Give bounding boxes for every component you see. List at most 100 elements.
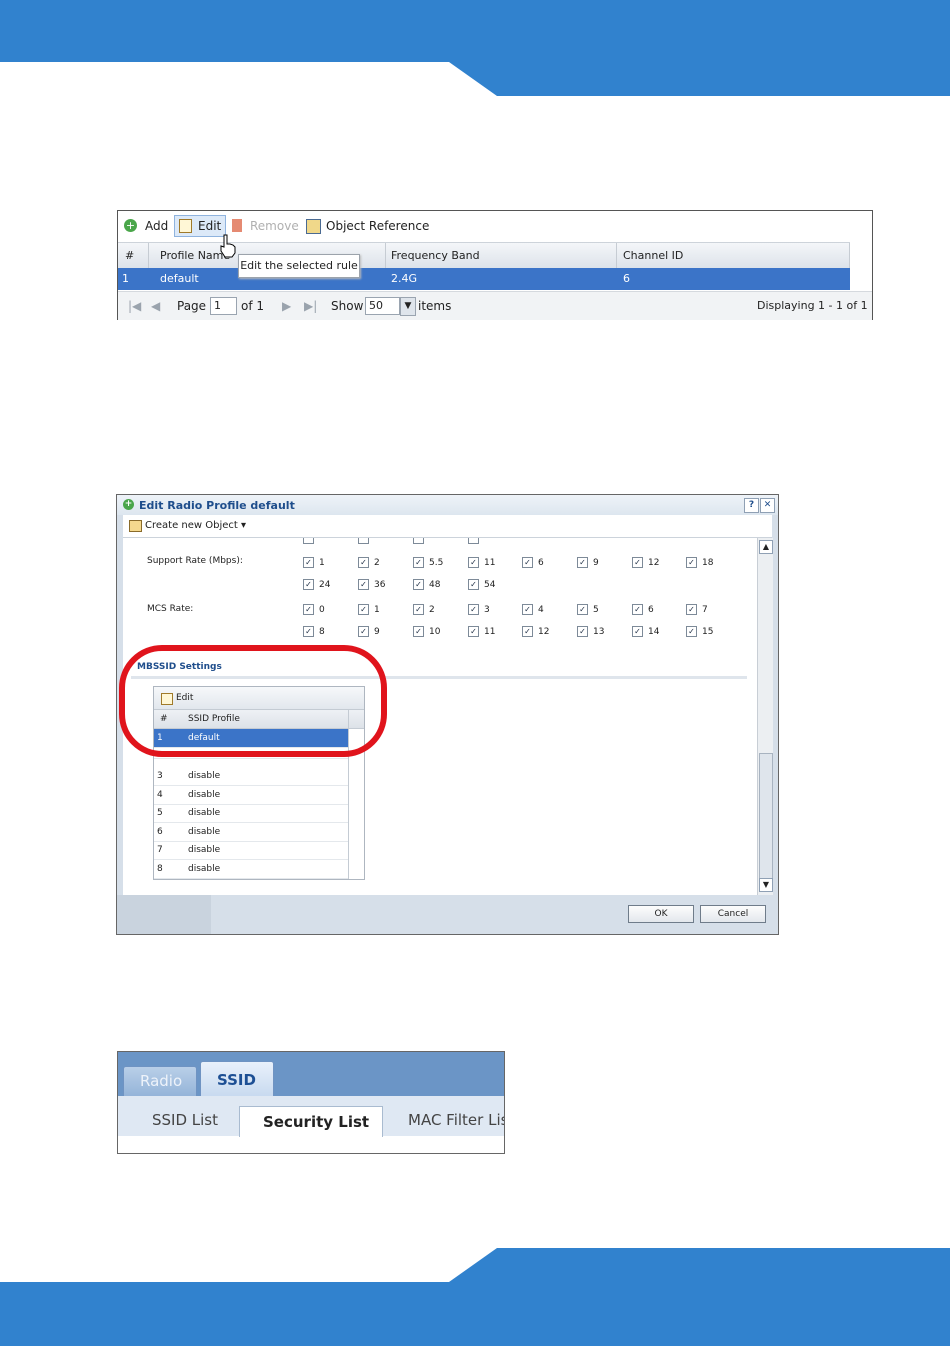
mcs-rate-checkbox-label: 1 [374, 605, 380, 615]
scroll-thumb[interactable] [759, 753, 773, 879]
ssid-row-profile: disable [188, 808, 221, 818]
mcs-rate-checkbox-label: 6 [648, 605, 654, 615]
mcs-rate-checkbox-label: 12 [538, 627, 550, 637]
mcs-rate-checkbox[interactable]: ✓ [413, 604, 424, 615]
ssid-row-number: 1 [157, 733, 163, 743]
chevron-down-icon[interactable]: ▼ [400, 297, 416, 316]
mcs-rate-checkbox-label: 10 [429, 627, 441, 637]
tab-ssid-label: SSID [217, 1071, 256, 1089]
ssid-column-profile[interactable]: SSID Profile [188, 714, 240, 724]
previous-page-icon[interactable]: ◀ [151, 299, 160, 313]
ssid-edit-button[interactable]: Edit [176, 693, 193, 703]
scroll-up-icon[interactable]: ▲ [759, 540, 773, 554]
mcs-rate-checkbox[interactable]: ✓ [632, 626, 643, 637]
mcs-rate-checkbox[interactable]: ✓ [686, 626, 697, 637]
ssid-tabs-screenshot: Radio SSID SSID List Security List MAC F… [117, 1051, 505, 1154]
edit-tooltip: Edit the selected rule [238, 254, 360, 278]
ssid-row-number: 4 [157, 790, 163, 800]
remove-label: Remove [250, 219, 299, 233]
support-rate-checkbox[interactable]: ✓ [632, 557, 643, 568]
dialog-title-bar: + Edit Radio Profile default ? ✕ [117, 495, 778, 515]
create-new-object-button[interactable]: Create new Object ▾ [145, 520, 246, 531]
tab-ssid[interactable]: SSID [200, 1061, 274, 1097]
support-rate-checkbox[interactable]: ✓ [303, 579, 314, 590]
support-rate-checkbox-label: 11 [484, 558, 496, 568]
close-button[interactable]: ✕ [760, 498, 775, 513]
support-rate-checkbox[interactable]: ✓ [686, 557, 697, 568]
support-rate-checkbox[interactable]: ✓ [468, 579, 479, 590]
support-rate-checkbox[interactable]: ✓ [413, 557, 424, 568]
mcs-rate-checkbox[interactable]: ✓ [577, 626, 588, 637]
show-label: Show [331, 299, 364, 313]
support-rate-checkbox-label: 24 [319, 580, 331, 590]
mcs-rate-checkbox-label: 14 [648, 627, 660, 637]
mcs-rate-checkbox[interactable]: ✓ [303, 626, 314, 637]
table-row[interactable]: 6 disable [154, 823, 348, 842]
ok-button[interactable]: OK [628, 905, 694, 923]
object-reference-icon [306, 219, 321, 234]
page-size-select[interactable]: 50 [365, 297, 400, 315]
mcs-rate-checkbox[interactable]: ✓ [358, 604, 369, 615]
radio-profile-grid-screenshot: + Add Edit Remove Object Reference # Pro… [117, 210, 873, 320]
mcs-rate-checkbox[interactable]: ✓ [413, 626, 424, 637]
mcs-rate-checkbox[interactable]: ✓ [358, 626, 369, 637]
ssid-grid-header: # SSID Profile [154, 710, 364, 729]
sub-tab-mac-filter-list[interactable]: MAC Filter List [408, 1111, 504, 1129]
support-rate-checkbox[interactable]: ✓ [303, 557, 314, 568]
table-row[interactable]: 3 disable [154, 767, 348, 786]
mcs-rate-checkbox-label: 4 [538, 605, 544, 615]
edit-icon [161, 693, 173, 705]
support-rate-checkbox[interactable]: ✓ [468, 557, 479, 568]
support-rate-checkbox[interactable]: ✓ [358, 557, 369, 568]
support-rate-checkbox[interactable]: ✓ [522, 557, 533, 568]
support-rate-checkbox[interactable]: ✓ [413, 579, 424, 590]
cancel-button[interactable]: Cancel [700, 905, 766, 923]
sub-tab-ssid-list[interactable]: SSID List [152, 1111, 218, 1129]
table-row[interactable]: 5 disable [154, 804, 348, 823]
last-page-icon[interactable]: ▶| [304, 299, 317, 313]
displaying-count: Displaying 1 - 1 of 1 [757, 299, 868, 312]
mcs-rate-checkbox[interactable]: ✓ [522, 626, 533, 637]
mcs-rate-checkbox[interactable]: ✓ [577, 604, 588, 615]
ssid-row-profile: disable [188, 845, 221, 855]
table-row[interactable]: 1 default [154, 729, 348, 748]
page-label: Page [177, 299, 207, 313]
support-rate-checkbox-label: 18 [702, 558, 714, 568]
ssid-row-number: 6 [157, 827, 163, 837]
tab-radio-label: Radio [140, 1072, 183, 1090]
table-row[interactable]: 8 disable [154, 860, 348, 879]
create-object-icon [129, 520, 142, 532]
mcs-rate-checkbox[interactable]: ✓ [686, 604, 697, 615]
mcs-rate-checkbox[interactable]: ✓ [632, 604, 643, 615]
scroll-down-icon[interactable]: ▼ [759, 878, 773, 892]
column-header-frequency-band[interactable]: Frequency Band [391, 249, 480, 262]
support-rate-checkbox-label: 6 [538, 558, 544, 568]
support-rate-checkbox[interactable]: ✓ [358, 579, 369, 590]
mcs-rate-checkbox[interactable]: ✓ [468, 626, 479, 637]
sub-tab-security-list[interactable]: Security List [239, 1106, 383, 1137]
first-page-icon[interactable]: |◀ [128, 299, 141, 313]
section-divider [131, 676, 747, 679]
mcs-rate-checkbox[interactable]: ✓ [303, 604, 314, 615]
table-row[interactable]: 1 default 2.4G 6 [118, 268, 850, 290]
next-page-icon[interactable]: ▶ [282, 299, 291, 313]
support-rate-checkbox-label: 1 [319, 558, 325, 568]
table-row[interactable]: 4 disable [154, 786, 348, 805]
ssid-column-number: # [160, 714, 168, 724]
ssid-row-profile: default [188, 733, 220, 743]
mcs-rate-checkbox[interactable]: ✓ [522, 604, 533, 615]
support-rate-label: Support Rate (Mbps): [147, 556, 243, 566]
ssid-grid-divider [348, 710, 349, 879]
column-header-channel-id[interactable]: Channel ID [623, 249, 683, 262]
support-rate-checkbox[interactable]: ✓ [577, 557, 588, 568]
table-row[interactable] [154, 748, 348, 759]
tab-radio[interactable]: Radio [123, 1066, 197, 1097]
help-button[interactable]: ? [744, 498, 759, 513]
page-number-input[interactable]: 1 [210, 297, 237, 315]
ssid-row-number: 7 [157, 845, 163, 855]
ssid-row-number: 5 [157, 808, 163, 818]
table-row[interactable]: 7 disable [154, 841, 348, 860]
mcs-rate-checkbox[interactable]: ✓ [468, 604, 479, 615]
pager: |◀ ◀ Page 1 of 1 ▶ ▶| Show 50 ▼ items Di… [118, 291, 872, 320]
vertical-scrollbar[interactable]: ▲ ▼ [757, 538, 773, 895]
